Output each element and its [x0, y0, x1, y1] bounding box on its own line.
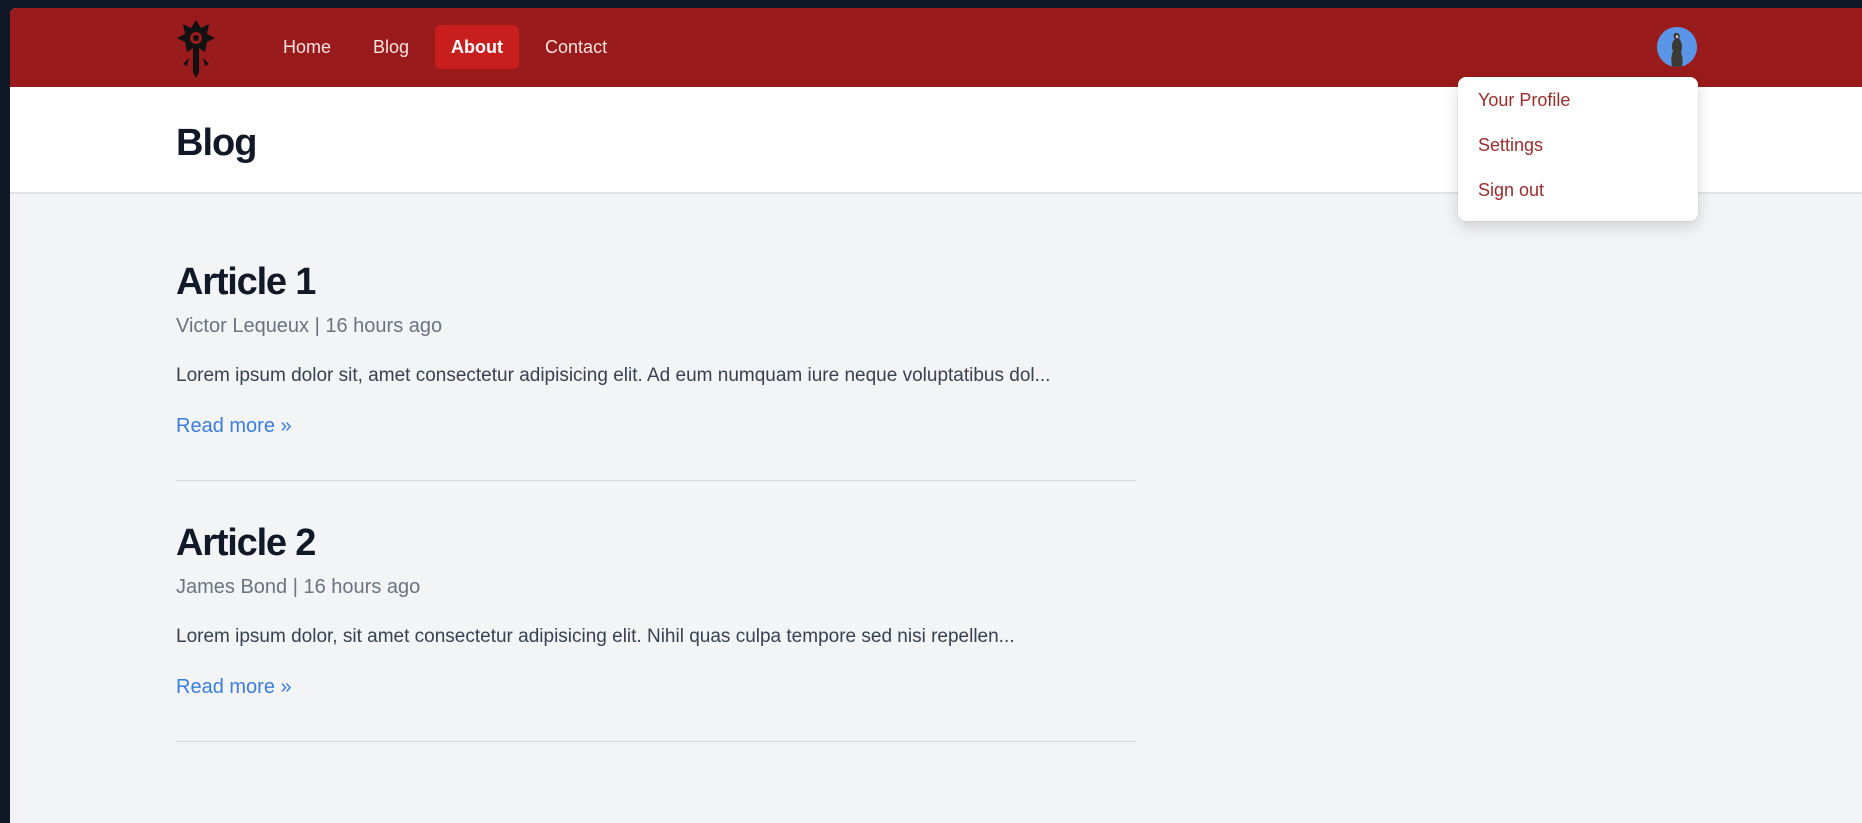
article-meta: James Bond | 16 hours ago — [176, 576, 421, 598]
read-more-link[interactable]: Read more » — [176, 412, 292, 440]
read-more-link[interactable]: Read more » — [176, 673, 292, 701]
article-title[interactable]: Article 2 — [176, 519, 1136, 567]
top-navbar: Home Blog About Contact — [10, 8, 1862, 87]
page-title: Blog — [176, 122, 257, 164]
horde-logo-icon[interactable] — [175, 18, 217, 78]
article-excerpt: Lorem ipsum dolor, sit amet consectetur … — [176, 626, 1015, 647]
avatar[interactable] — [1657, 27, 1697, 67]
article-card: Article 2 James Bond | 16 hours ago Lore… — [176, 519, 1136, 742]
nav-about[interactable]: About — [435, 25, 520, 69]
article-title[interactable]: Article 1 — [176, 258, 1136, 306]
menu-item-sign-out[interactable]: Sign out — [1458, 168, 1698, 213]
app-frame: Home Blog About Contact Blog Article 1 V… — [10, 8, 1862, 823]
menu-item-your-profile[interactable]: Your Profile — [1458, 78, 1698, 123]
article-excerpt: Lorem ipsum dolor sit, amet consectetur … — [176, 365, 1051, 386]
user-avatar-icon — [1657, 27, 1697, 67]
menu-item-settings[interactable]: Settings — [1458, 123, 1698, 168]
article-card: Article 1 Victor Lequeux | 16 hours ago … — [176, 258, 1136, 481]
nav-links: Home Blog About Contact — [267, 25, 623, 69]
nav-home[interactable]: Home — [267, 25, 347, 69]
article-meta: Victor Lequeux | 16 hours ago — [176, 315, 443, 337]
user-dropdown-menu: Your Profile Settings Sign out — [1458, 77, 1698, 221]
nav-contact[interactable]: Contact — [529, 25, 623, 69]
nav-blog[interactable]: Blog — [357, 25, 425, 69]
